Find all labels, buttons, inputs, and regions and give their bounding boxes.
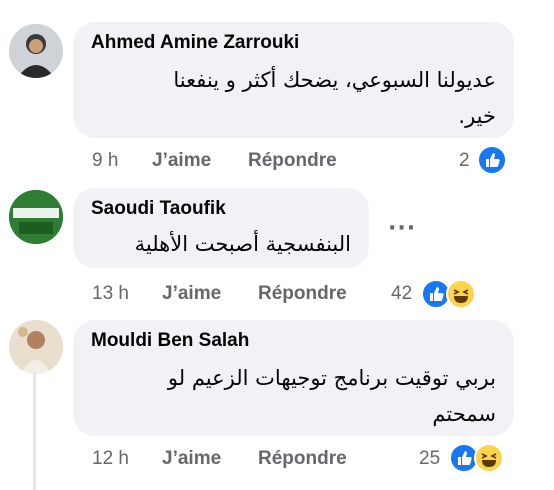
haha-icon[interactable] [446, 279, 476, 309]
reply-thread-line [33, 372, 36, 490]
comment-bubble: Saoudi Taoufik البنفسجية أصبحت الأهلية [73, 188, 369, 268]
comment-text: بربي توقيت برنامج توجيهات الزعيم لو سمحت… [167, 366, 496, 426]
comment-text: البنفسجية أصبحت الأهلية [134, 232, 351, 256]
like-button[interactable]: J’aime [152, 150, 211, 172]
comment-author[interactable]: Saoudi Taoufik [91, 198, 226, 220]
avatar[interactable] [9, 190, 63, 244]
comment-time[interactable]: 12 h [92, 448, 129, 470]
comment-time[interactable]: 9 h [92, 150, 118, 172]
reply-button[interactable]: Répondre [248, 150, 337, 172]
reply-button[interactable]: Répondre [258, 448, 347, 470]
like-icon[interactable] [477, 145, 507, 175]
like-button[interactable]: J’aime [162, 448, 221, 470]
comment-text: عديولنا السبوعي، يضحك أكثر و ينفعنا خير. [173, 68, 496, 128]
avatar[interactable] [9, 24, 63, 78]
comment-bubble: Mouldi Ben Salah بربي توقيت برنامج توجيه… [73, 320, 514, 436]
reply-button[interactable]: Répondre [258, 283, 347, 305]
avatar[interactable] [9, 320, 63, 374]
reaction-count[interactable]: 42 [391, 283, 412, 305]
comment-bubble: Ahmed Amine Zarrouki عديولنا السبوعي، يض… [73, 22, 514, 138]
haha-icon[interactable] [474, 443, 504, 473]
comment-author[interactable]: Ahmed Amine Zarrouki [91, 32, 299, 54]
comment-author[interactable]: Mouldi Ben Salah [91, 330, 249, 352]
like-button[interactable]: J’aime [162, 283, 221, 305]
comment-time[interactable]: 13 h [92, 283, 129, 305]
reaction-count[interactable]: 2 [459, 150, 470, 172]
reaction-count[interactable]: 25 [419, 448, 440, 470]
more-options-icon[interactable]: ··· [388, 216, 416, 241]
